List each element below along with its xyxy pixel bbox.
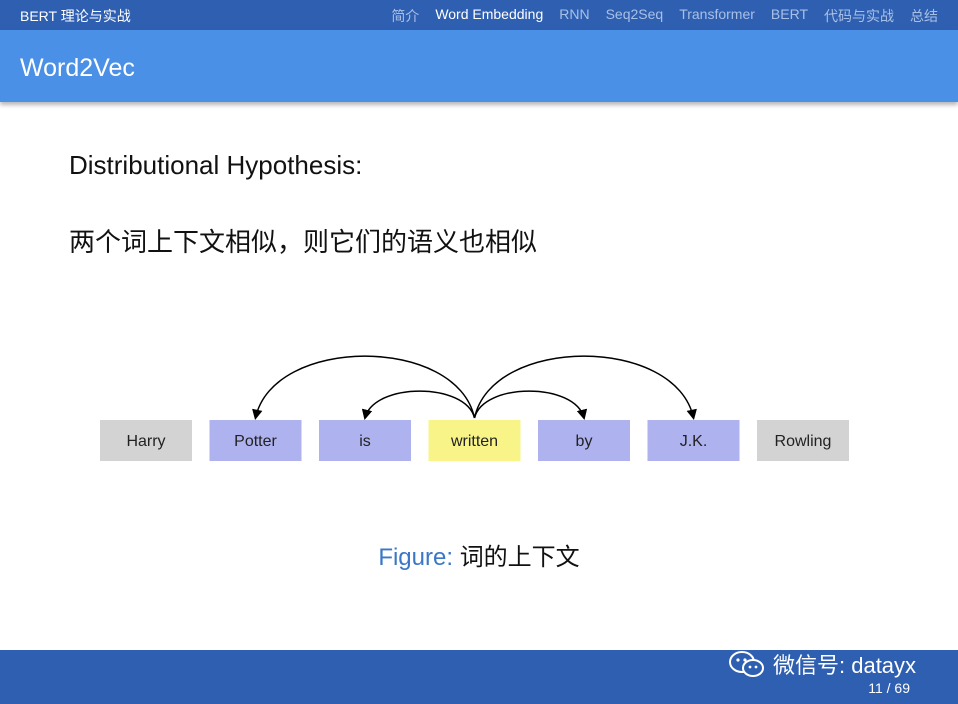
word-label: J.K.: [680, 433, 708, 450]
word-label: Harry: [126, 433, 165, 450]
word-context-diagram: Harry Potter is written by J.K. Rowling: [100, 355, 849, 461]
word-label: is: [359, 433, 371, 450]
context-arrow: [473, 355, 697, 421]
nav-item[interactable]: Seq2Seq: [606, 6, 664, 26]
document-title: BERT 理论与实战: [20, 8, 131, 24]
page-number: 11 / 69: [868, 680, 910, 696]
nav-item[interactable]: 简介: [391, 6, 419, 26]
nav-item[interactable]: BERT: [771, 6, 808, 26]
wechat-icon: [729, 651, 764, 677]
frame-title: Word2Vec: [20, 54, 135, 82]
figure-caption-text: 词的上下文: [459, 544, 580, 571]
nav-item[interactable]: 代码与实战: [824, 6, 894, 26]
nav-item[interactable]: Transformer: [679, 6, 755, 26]
figure-caption: Figure: 词的上下文: [0, 537, 958, 572]
word-label: by: [576, 433, 593, 450]
nav-item[interactable]: RNN: [559, 6, 589, 26]
word-label: Potter: [234, 433, 277, 450]
word-label: written: [450, 433, 498, 450]
context-arrows: [252, 355, 697, 421]
wechat-account: 微信号: datayx: [773, 653, 917, 678]
word-boxes: Harry Potter is written by J.K. Rowling: [100, 420, 849, 461]
nav-item[interactable]: 总结: [910, 6, 938, 26]
wechat-watermark: 微信号: datayx: [727, 648, 916, 680]
context-arrow: [473, 390, 588, 421]
hypothesis-heading: Distributional Hypothesis:: [69, 150, 363, 180]
top-navigation-bar: BERT 理论与实战 简介 Word Embedding RNN Seq2Seq Tra…: [0, 0, 958, 30]
context-arrow: [252, 355, 476, 421]
frame-title-bar: Word2Vec: [0, 30, 958, 102]
context-arrow: [361, 390, 476, 421]
figure-label: Figure:: [378, 544, 454, 571]
hypothesis-statement: 两个词上下文相似，则它们的语义也相似: [69, 227, 538, 257]
nav-item[interactable]: Word Embedding: [435, 6, 543, 26]
section-nav: 简介 Word Embedding RNN Seq2Seq Transformer BER…: [391, 6, 938, 26]
word-label: Rowling: [775, 433, 832, 450]
